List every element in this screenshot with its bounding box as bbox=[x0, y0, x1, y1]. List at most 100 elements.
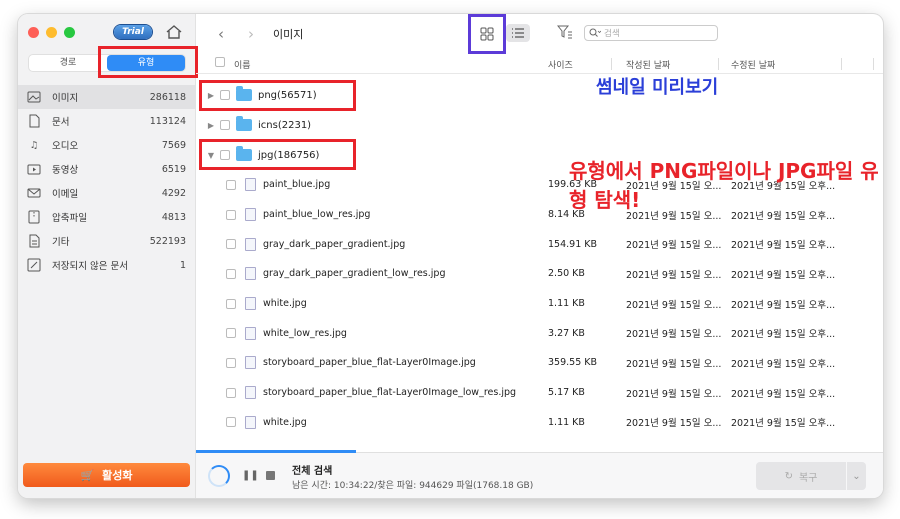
file-size: 359.55 KB bbox=[548, 357, 598, 369]
trial-badge[interactable]: Trial bbox=[114, 25, 152, 39]
file-name: white.jpg bbox=[263, 416, 307, 428]
column-size[interactable]: 사이즈 bbox=[548, 58, 573, 71]
restore-dropdown-button[interactable]: ⌄ bbox=[847, 462, 866, 490]
file-name: storyboard_paper_blue_flat-Layer0Image.j… bbox=[263, 357, 476, 369]
column-divider[interactable] bbox=[873, 58, 874, 70]
row-checkbox[interactable] bbox=[226, 417, 236, 428]
file-name: paint_blue_low_res.jpg bbox=[263, 209, 371, 221]
table-row[interactable]: gray_dark_paper_gradient_low_res.jpg 2.5… bbox=[196, 259, 883, 289]
row-checkbox[interactable] bbox=[226, 387, 236, 398]
loading-spinner-icon bbox=[208, 465, 230, 487]
table-row[interactable]: gray_dark_paper_gradient.jpg 154.91 KB 2… bbox=[196, 229, 883, 259]
type-search-annotation: 유형에서 PNG파일이나 JPG파일 유형 탐색! bbox=[569, 159, 879, 212]
stop-icon[interactable] bbox=[266, 471, 275, 480]
file-name: white.jpg bbox=[263, 298, 307, 310]
cart-icon: 🛒 bbox=[80, 468, 95, 482]
file-size: 3.27 KB bbox=[548, 327, 585, 339]
file-created: 2021년 9월 15일 오... bbox=[626, 418, 722, 430]
table-row[interactable]: white_low_res.jpg 3.27 KB 2021년 9월 15일 오… bbox=[196, 318, 883, 348]
row-checkbox[interactable] bbox=[220, 120, 230, 130]
restore-icon: ↻ bbox=[784, 470, 793, 482]
image-file-icon bbox=[245, 178, 256, 192]
activate-button[interactable]: 🛒 활성화 bbox=[23, 463, 190, 487]
page-title: 이미지 bbox=[273, 28, 304, 41]
file-modified: 2021년 9월 15일 오후... bbox=[731, 240, 836, 252]
filter-icon[interactable] bbox=[557, 24, 573, 40]
thumbnail-view-button[interactable] bbox=[468, 14, 506, 54]
app-window: Trial 경로 유형 이미지 286118 문서 113124 ♫ 오디오 7… bbox=[18, 14, 883, 498]
file-name: storyboard_paper_blue_flat-Layer0Image_l… bbox=[263, 387, 517, 399]
disclosure-triangle-icon[interactable]: ▶ bbox=[204, 121, 218, 130]
sidebar-item-count: 522193 bbox=[149, 235, 186, 247]
column-created[interactable]: 작성된 날짜 bbox=[626, 58, 670, 71]
zoom-window-button[interactable] bbox=[64, 27, 75, 38]
sidebar-item-label: 저장되지 않은 문서 bbox=[52, 261, 128, 272]
column-divider[interactable] bbox=[611, 58, 612, 70]
sidebar-item-audio[interactable]: ♫ 오디오 7569 bbox=[18, 133, 196, 157]
status-bar: ❚❚ 전체 검색 남은 시간: 10:34:22/찾은 파일: 944629 파… bbox=[196, 450, 883, 498]
scan-title: 전체 검색 bbox=[292, 466, 333, 477]
file-modified: 2021년 9월 15일 오후... bbox=[731, 358, 836, 370]
segment-path[interactable]: 경로 bbox=[29, 55, 107, 71]
music-icon: ♫ bbox=[29, 139, 39, 151]
sidebar-item-count: 286118 bbox=[149, 91, 186, 103]
row-checkbox[interactable] bbox=[226, 239, 236, 250]
row-checkbox[interactable] bbox=[226, 268, 236, 279]
column-divider[interactable] bbox=[718, 58, 719, 70]
sidebar-item-image[interactable]: 이미지 286118 bbox=[18, 85, 196, 109]
chevron-right-icon[interactable]: › bbox=[248, 25, 254, 43]
window-controls bbox=[28, 27, 75, 38]
sidebar-item-count: 7569 bbox=[161, 139, 186, 151]
column-modified[interactable]: 수정된 날짜 bbox=[731, 58, 775, 71]
file-size: 1.11 KB bbox=[548, 416, 585, 428]
sidebar-item-label: 이메일 bbox=[52, 189, 79, 200]
row-checkbox[interactable] bbox=[226, 179, 236, 190]
file-name: gray_dark_paper_gradient_low_res.jpg bbox=[263, 268, 446, 280]
toolbar: ‹ › 이미지 검색 bbox=[196, 14, 883, 54]
folder-row-icns[interactable]: ▶ icns(2231) bbox=[196, 110, 883, 140]
image-icon bbox=[26, 90, 42, 104]
file-name: gray_dark_paper_gradient.jpg bbox=[263, 238, 406, 250]
archive-icon bbox=[26, 210, 42, 224]
list-view-button[interactable] bbox=[506, 24, 530, 42]
thumbnail-annotation: 썸네일 미리보기 bbox=[596, 77, 719, 98]
home-icon[interactable] bbox=[165, 23, 183, 41]
row-checkbox[interactable] bbox=[226, 328, 236, 339]
file-modified: 2021년 9월 15일 오후... bbox=[731, 299, 836, 311]
image-file-icon bbox=[245, 267, 256, 281]
sidebar-item-document[interactable]: 문서 113124 bbox=[18, 109, 196, 133]
file-created: 2021년 9월 15일 오... bbox=[626, 269, 722, 281]
sidebar-item-unsaved-doc[interactable]: 저장되지 않은 문서 1 bbox=[18, 253, 196, 277]
pause-icon[interactable]: ❚❚ bbox=[242, 470, 259, 481]
table-row[interactable]: white.jpg 1.11 KB 2021년 9월 15일 오... 2021… bbox=[196, 289, 883, 319]
restore-button[interactable]: ↻ 복구 bbox=[756, 462, 846, 490]
restore-label: 복구 bbox=[798, 472, 818, 484]
video-icon bbox=[26, 162, 42, 176]
select-all-checkbox[interactable] bbox=[215, 57, 225, 67]
image-file-icon bbox=[245, 297, 256, 311]
file-created: 2021년 9월 15일 오... bbox=[626, 329, 722, 341]
row-checkbox[interactable] bbox=[226, 357, 236, 368]
file-name: paint_blue.jpg bbox=[263, 179, 331, 191]
column-name[interactable]: 이름 bbox=[234, 58, 251, 71]
minimize-window-button[interactable] bbox=[46, 27, 57, 38]
file-modified: 2021년 9월 15일 오후... bbox=[731, 418, 836, 430]
sidebar-item-video[interactable]: 동영상 6519 bbox=[18, 157, 196, 181]
row-checkbox[interactable] bbox=[226, 209, 236, 220]
table-row[interactable]: storyboard_paper_blue_flat-Layer0Image.j… bbox=[196, 348, 883, 378]
file-created: 2021년 9월 15일 오... bbox=[626, 388, 722, 400]
search-field[interactable]: 검색 bbox=[584, 25, 718, 41]
sidebar-item-other[interactable]: 기타 522193 bbox=[18, 229, 196, 253]
file-modified: 2021년 9월 15일 오후... bbox=[731, 269, 836, 281]
sidebar-item-label: 기타 bbox=[52, 237, 70, 248]
column-divider[interactable] bbox=[841, 58, 842, 70]
activate-label: 활성화 bbox=[102, 469, 133, 482]
chevron-left-icon[interactable]: ‹ bbox=[218, 25, 224, 43]
table-row[interactable]: white.jpg 1.11 KB 2021년 9월 15일 오... 2021… bbox=[196, 408, 883, 438]
close-window-button[interactable] bbox=[28, 27, 39, 38]
sidebar-item-archive[interactable]: 압축파일 4813 bbox=[18, 205, 196, 229]
table-row[interactable]: storyboard_paper_blue_flat-Layer0Image_l… bbox=[196, 378, 883, 408]
row-checkbox[interactable] bbox=[226, 298, 236, 309]
jpg-folder-highlight-box bbox=[199, 139, 356, 170]
sidebar-item-email[interactable]: 이메일 4292 bbox=[18, 181, 196, 205]
